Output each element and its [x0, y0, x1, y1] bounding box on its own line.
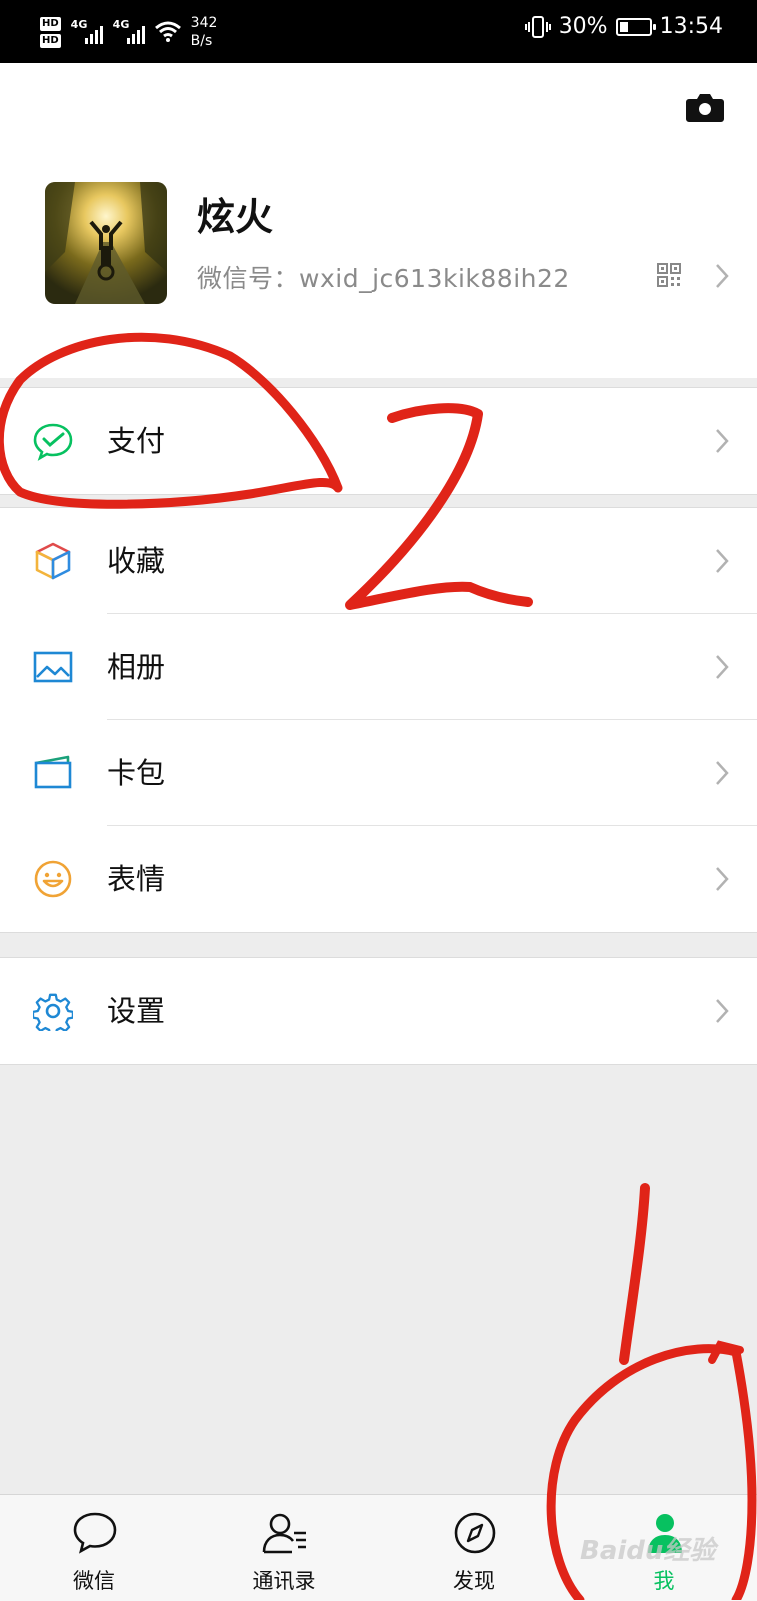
sticker-smile-icon [34, 860, 72, 898]
status-bar-left: HD HD 4G 4G 342 B/s [40, 10, 217, 54]
wechat-id: 微信号：wxid_jc613kik88ih22 [197, 264, 570, 293]
chevron-right-icon [716, 549, 729, 573]
menu-item-album[interactable]: 相册 [0, 614, 757, 720]
signal-icon: 4G [113, 18, 145, 44]
menu-item-card-wallet[interactable]: 卡包 [0, 720, 757, 826]
status-bar-right: 30% 13:54 [524, 14, 723, 39]
menu-group-settings: 设置 [0, 957, 757, 1065]
menu-item-label: 支付 [107, 424, 166, 458]
chevron-right-icon [716, 655, 729, 679]
network-speed: 342 B/s [190, 15, 218, 49]
chevron-right-icon [716, 867, 729, 891]
card-wallet-icon [34, 755, 72, 789]
album-icon [33, 651, 73, 683]
menu-item-pay[interactable]: 支付 [0, 388, 757, 494]
menu-item-settings[interactable]: 设置 [0, 958, 757, 1064]
nickname: 炫火 [197, 195, 274, 239]
menu-item-label: 相册 [107, 650, 166, 684]
avatar[interactable] [45, 182, 167, 304]
menu-item-favorites[interactable]: 收藏 [0, 508, 757, 614]
watermark: Baidu经验 [580, 1536, 716, 1566]
menu-group-pay: 支付 [0, 387, 757, 495]
contacts-icon [262, 1513, 306, 1554]
camera-icon[interactable] [685, 91, 725, 123]
annotation-number-1 [619, 1183, 650, 1365]
menu-item-stickers[interactable]: 表情 [0, 826, 757, 932]
chevron-right-icon [716, 761, 729, 785]
clock: 13:54 [659, 14, 723, 39]
signal-icon: 4G [71, 18, 103, 44]
battery-percent: 30% [558, 14, 608, 39]
settings-gear-icon [33, 993, 73, 1031]
qr-code-icon[interactable] [657, 263, 681, 287]
tab-discover[interactable]: 发现 [414, 1495, 534, 1601]
chevron-right-icon [716, 264, 729, 288]
chat-bubble-icon [73, 1512, 117, 1554]
chevron-right-icon [716, 429, 729, 453]
menu-item-label: 卡包 [107, 756, 166, 790]
tab-chats[interactable]: 微信 [34, 1495, 154, 1601]
wifi-icon [154, 21, 181, 42]
wechat-pay-icon [33, 423, 73, 461]
menu-item-label: 表情 [107, 862, 166, 896]
compass-icon [454, 1512, 496, 1554]
menu-group-main: 收藏 相册 卡包 表情 [0, 507, 757, 933]
profile-header[interactable]: 炫火 微信号：wxid_jc613kik88ih22 [0, 63, 757, 378]
battery-icon [615, 17, 656, 36]
menu-item-label: 收藏 [107, 544, 166, 578]
status-bar: HD HD 4G 4G 342 B/s 30% 13:54 [0, 0, 757, 63]
vibrate-icon [524, 15, 551, 38]
menu-item-label: 设置 [107, 994, 166, 1028]
hd-indicator: HD HD [40, 16, 61, 48]
chevron-right-icon [716, 999, 729, 1023]
tab-contacts[interactable]: 通讯录 [224, 1495, 344, 1601]
favorites-cube-icon [35, 542, 71, 580]
